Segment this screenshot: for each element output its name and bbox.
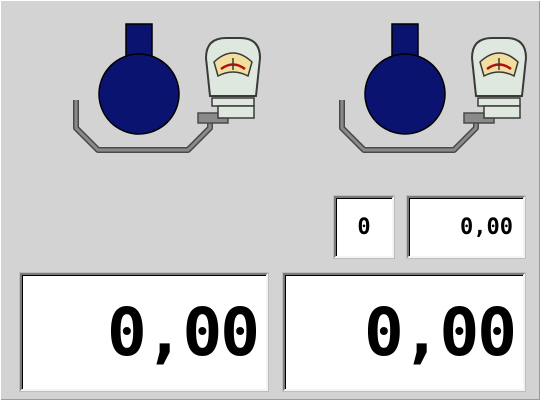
beaker-icon xyxy=(364,23,446,135)
left-weight-display: 0,00 xyxy=(20,273,268,391)
gauge-icon xyxy=(470,37,528,119)
unit-weight-display: 0,00 xyxy=(407,196,525,258)
beaker-icon xyxy=(98,23,180,135)
right-scale-graphic xyxy=(339,23,528,153)
scale-panel: 0 0,00 0,00 0,00 xyxy=(0,0,540,400)
count-display: 0 xyxy=(334,196,394,258)
gauge-icon xyxy=(204,37,262,119)
right-weight-display: 0,00 xyxy=(283,273,525,391)
left-scale-graphic xyxy=(73,23,262,153)
